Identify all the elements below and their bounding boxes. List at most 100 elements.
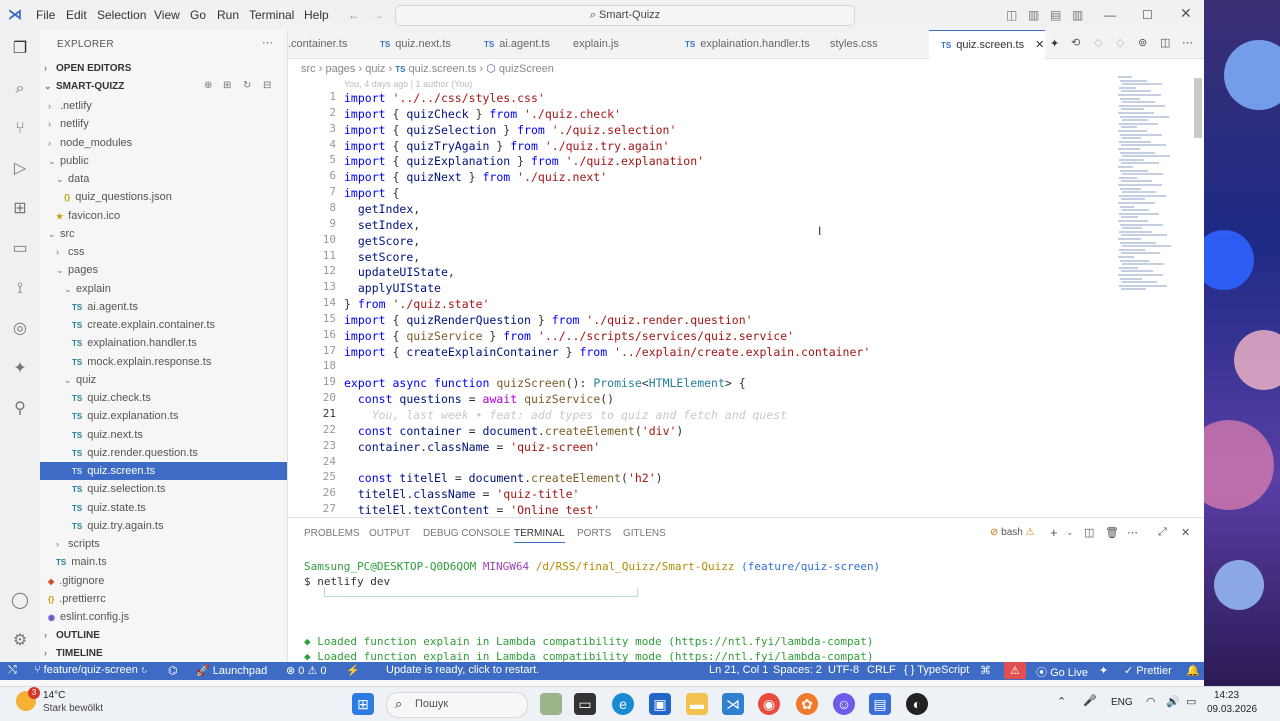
code-line[interactable]: titelEl.textContent = 'Online test' xyxy=(344,502,600,518)
cursor-position[interactable]: Ln 21, Col 1 xyxy=(709,664,768,676)
breadcrumb-quiz[interactable]: quiz xyxy=(365,63,385,75)
outline-section[interactable]: › OUTLINE xyxy=(40,626,287,644)
folder-item[interactable]: ⌄ data xyxy=(40,170,287,188)
folder-item[interactable]: ⌄ public xyxy=(40,152,287,170)
go-live-button[interactable]: ⦿ Go Live xyxy=(1036,664,1088,680)
remote-explorer-icon[interactable]: ▭ xyxy=(9,238,31,260)
folder-item[interactable]: ⌄ pages xyxy=(40,261,287,279)
problems-status[interactable]: ⊗ 0 ⚠ 0 xyxy=(286,664,326,677)
weather-desc[interactable]: Stark bewölkt xyxy=(43,703,103,714)
chrome-icon[interactable]: ◉ xyxy=(758,693,780,715)
tray-overflow-icon[interactable]: ⌃ xyxy=(1057,695,1066,708)
maximize-button[interactable]: ☐ xyxy=(1142,8,1153,22)
launchpad-status[interactable]: 🚀 Launchpad xyxy=(196,664,267,677)
panel-tab-gitlens[interactable]: GITLENS xyxy=(623,528,666,539)
menu-file[interactable]: File xyxy=(36,8,55,22)
folder-item[interactable]: › .netlify xyxy=(40,97,287,115)
menu-terminal[interactable]: Terminal xyxy=(249,8,294,22)
split-editor-icon[interactable]: ◫ xyxy=(1160,36,1170,49)
wifi-icon[interactable]: ◠ xyxy=(1146,695,1156,708)
open-editors-section[interactable]: › OPEN EDITORS xyxy=(40,59,287,77)
minimap[interactable] xyxy=(1118,76,1178,296)
file-item[interactable]: TS explaination.handler.ts xyxy=(40,334,287,352)
file-explorer-icon[interactable]: ▬ xyxy=(686,693,708,715)
panel-tab-terminal[interactable]: TERMINAL xyxy=(514,528,565,543)
back-arrow-icon[interactable]: ← xyxy=(348,8,360,22)
gitlens-icon[interactable]: ⟟ xyxy=(9,278,31,300)
language-mode[interactable]: { } TypeScript xyxy=(904,664,969,676)
taskbar-search[interactable]: ⌕ Пошук xyxy=(386,692,528,718)
git-blame-hint[interactable]: You, 4 days ago | 1 author (You) xyxy=(344,79,472,89)
code-line[interactable]: setIndex, xyxy=(344,217,420,233)
code-line[interactable]: import { quizCheck } from './quiz.check' xyxy=(344,106,621,122)
code-line[interactable]: const titelEl = document.createElement('… xyxy=(344,470,663,486)
eol-status[interactable]: CRLF xyxy=(867,664,896,676)
code-line[interactable]: titelEl.className = 'quiz-title' xyxy=(344,486,580,502)
code-line[interactable]: import { xyxy=(344,185,399,201)
code-line[interactable]: getScore, xyxy=(344,233,420,249)
code-line[interactable]: applyUIState xyxy=(344,280,441,296)
gitlens-compare-icon[interactable]: ⊚ xyxy=(1138,36,1147,49)
project-root-section[interactable]: ⌄ SMART-QUIZZ ⊕ ⊞ ↻ ⊟ xyxy=(40,77,287,95)
code-line[interactable]: import '../../css/styles.css' xyxy=(344,90,545,106)
code-line[interactable]: updateUIState, xyxy=(344,264,455,280)
file-item[interactable]: TS quiz.try.again.ts xyxy=(40,517,287,535)
file-item[interactable]: {} quiz_questions.json xyxy=(40,188,287,206)
task-view-icon[interactable]: ▭ xyxy=(574,693,596,715)
file-item[interactable]: ◉ eslint.config.js xyxy=(40,608,287,626)
code-line[interactable]: import { quizNext } from './quiz.next' xyxy=(344,169,607,185)
code-line[interactable]: setScore, xyxy=(344,249,420,265)
terminal-dropdown-icon[interactable]: ⌄ xyxy=(1066,527,1074,538)
code-line[interactable]: import { quizSelection } from './quiz.se… xyxy=(344,122,676,138)
file-item[interactable]: TS quiz.selection.ts xyxy=(40,480,287,498)
tools-icon[interactable]: ⚲ xyxy=(9,398,31,420)
menu-edit[interactable]: Edit xyxy=(66,8,87,22)
editor-tab[interactable]: TS explaination.handler.ts xyxy=(673,30,828,58)
command-center[interactable]: ⌕ Smart-Quizz xyxy=(395,5,855,26)
file-item[interactable]: TS ai.agent.ts xyxy=(40,298,287,316)
prettier-status[interactable]: ✓ Prettier xyxy=(1124,664,1172,677)
breadcrumb-src[interactable]: src xyxy=(301,63,316,75)
panel-tab-problems[interactable]: PROBLEMS xyxy=(304,528,360,539)
code-line[interactable]: import { quizExplanation } from './quiz.… xyxy=(344,153,704,169)
collapse-all-icon[interactable]: ⊟ xyxy=(263,77,271,95)
editor-more-icon[interactable]: ⋯ xyxy=(1182,36,1193,49)
forward-arrow-icon[interactable]: → xyxy=(372,8,384,22)
editor-scrollbar[interactable] xyxy=(1194,78,1202,138)
breadcrumb-file[interactable]: quiz.screen.ts xyxy=(408,63,476,75)
sparkle-status-icon[interactable]: ✦ xyxy=(1099,664,1108,677)
search-view-icon[interactable]: ⌕ xyxy=(9,78,31,100)
gitlens-status-icon[interactable]: ⌬ xyxy=(168,664,178,677)
panel-tab-ports[interactable]: PORTS xyxy=(577,528,611,539)
breadcrumb-pages[interactable]: pages xyxy=(325,63,355,75)
weather-temp[interactable]: 14°C xyxy=(43,690,65,701)
editor-tab[interactable]: TS ai.agent.ts xyxy=(472,30,571,58)
code-line[interactable]: getIndex, xyxy=(344,201,420,217)
code-line[interactable]: import { quizTryAgain } from './quiz.try… xyxy=(344,138,669,154)
code-line[interactable]: import { createExplainContainer } from '… xyxy=(344,344,870,360)
new-terminal-icon[interactable]: + xyxy=(1050,525,1058,540)
close-panel-icon[interactable]: ✕ xyxy=(1181,526,1190,539)
docker-icon[interactable]: ◎ xyxy=(9,318,31,340)
app-icon[interactable]: ◐ xyxy=(906,693,928,715)
source-control-icon[interactable]: ⑂ xyxy=(9,118,31,140)
file-item[interactable]: TS mock.explain.response.ts xyxy=(40,353,287,371)
file-item[interactable]: TS quiz.state.ts xyxy=(40,499,287,517)
panel-tab-output[interactable]: OUTPUT xyxy=(369,528,410,539)
file-item[interactable]: {} .prettierrc xyxy=(40,590,287,608)
panel-more-icon[interactable]: ⋯ xyxy=(1127,526,1138,539)
refresh-icon[interactable]: ↻ xyxy=(243,77,251,95)
layout-icon[interactable]: ◫ xyxy=(1006,8,1017,22)
file-item[interactable]: ◆ .gitignore xyxy=(40,572,287,590)
indentation-status[interactable]: Spaces: 2 xyxy=(773,664,822,676)
manage-gear-icon[interactable]: ⚙ xyxy=(9,630,31,652)
code-line[interactable]: } from './quiz.state' xyxy=(344,296,489,312)
menu-go[interactable]: Go xyxy=(190,8,206,22)
word-icon[interactable]: ▤ xyxy=(869,693,891,715)
file-item[interactable]: TS quiz.render.question.ts xyxy=(40,444,287,462)
file-item[interactable]: TS main.ts xyxy=(40,553,287,571)
discord-icon[interactable]: ☺ xyxy=(833,693,855,715)
language-indicator[interactable]: ENG xyxy=(1111,697,1133,708)
close-window-button[interactable]: ✕ xyxy=(1180,5,1192,22)
folder-item[interactable]: ⌄ explain xyxy=(40,280,287,298)
